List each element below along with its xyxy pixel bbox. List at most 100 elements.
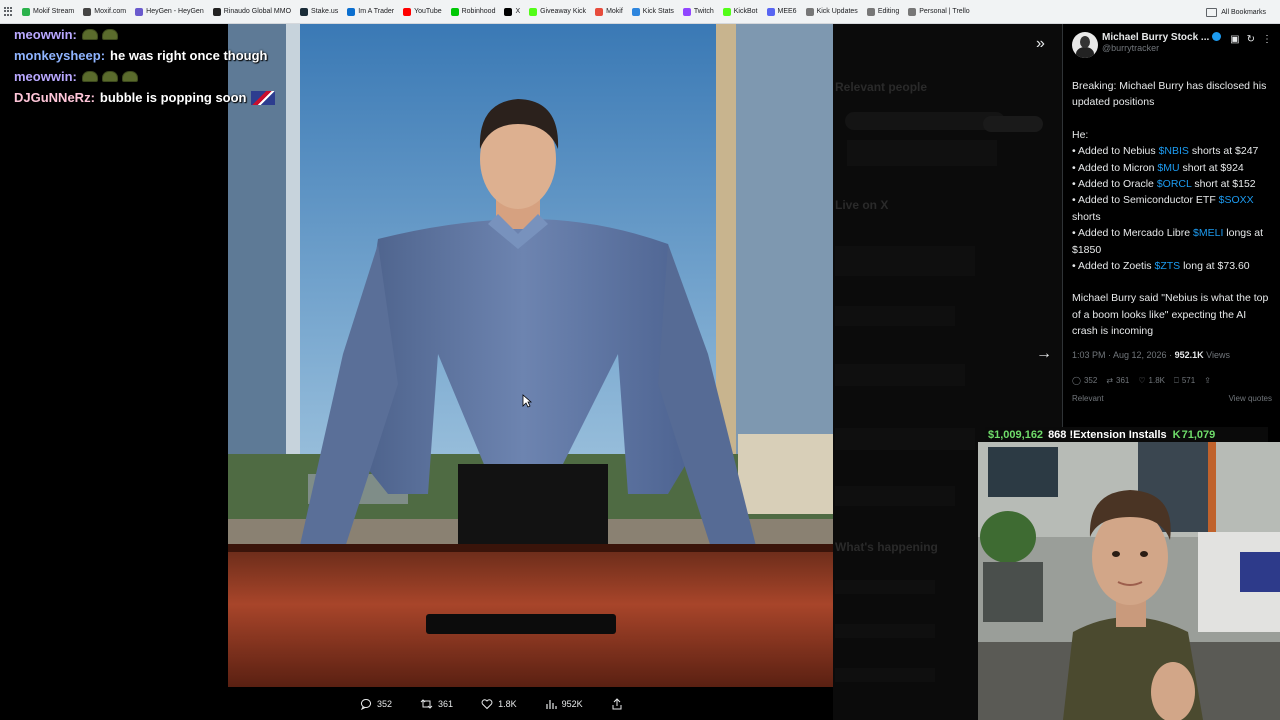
cashtag-link[interactable]: $ZTS <box>1154 260 1180 272</box>
position-item: • Added to Micron $MU short at $924 <box>1072 160 1272 176</box>
ghost-bio <box>847 140 997 166</box>
turtle-emote-icon <box>121 71 138 82</box>
reply-button[interactable]: 352 <box>360 698 392 710</box>
turtle-emote-icon <box>81 29 98 40</box>
bookmark-kick-stats[interactable]: Kick Stats <box>631 7 674 16</box>
chat-message: DJGuNNeRz: bubble is popping soon <box>14 87 344 108</box>
streamer-webcam <box>978 442 1280 720</box>
bookmark-favicon-icon <box>450 7 459 16</box>
bookmark-favicon-icon <box>22 7 30 16</box>
bookmark-label: HeyGen - HeyGen <box>146 8 204 15</box>
bookmark-kick-updates[interactable]: Kick Updates <box>805 7 858 16</box>
bookmark-favicon-icon <box>908 7 917 16</box>
tweet-he: He: <box>1072 128 1089 141</box>
turtle-emote-icon <box>101 71 118 82</box>
more-options-icon[interactable]: ⋮ <box>1262 34 1272 45</box>
flag-emote-icon <box>250 90 275 105</box>
position-text: • Added to Micron <box>1072 161 1158 174</box>
bookmark-favicon-icon <box>504 7 513 16</box>
position-text: long at $73.60 <box>1180 260 1250 273</box>
bookmark-label: Giveaway Kick <box>540 8 587 15</box>
bookmark-label: Kick Updates <box>816 8 858 15</box>
bookmark-moxif-com[interactable]: Moxif.com <box>83 7 126 16</box>
apps-grid-icon[interactable] <box>4 6 14 17</box>
like-button[interactable]: 1.8K <box>481 698 517 710</box>
bookmark-favicon-icon <box>631 7 640 16</box>
subscribe-icon[interactable]: ▣ <box>1230 34 1239 45</box>
share-button[interactable] <box>611 698 628 710</box>
bookmark-mokif-stream[interactable]: Mokif Stream <box>22 7 75 16</box>
bookmark-x[interactable]: X <box>504 7 520 16</box>
bookmark-stake-us[interactable]: Stake.us <box>300 7 338 16</box>
author-name[interactable]: Michael Burry Stock ... <box>1102 32 1209 43</box>
tweet-share-button[interactable]: ⇪ <box>1204 376 1211 385</box>
tweet-time[interactable]: 1:03 PM · Aug 12, 2026 · <box>1072 350 1175 360</box>
cashtag-link[interactable]: $NBIS <box>1159 145 1189 157</box>
heart-icon <box>481 699 493 710</box>
chat-text: bubble is popping soon <box>99 90 247 105</box>
bookmark-favicon-icon <box>805 7 814 16</box>
bookmark-label: Im A Trader <box>358 8 395 15</box>
repost-button[interactable]: 361 <box>420 698 453 710</box>
turtle-emote-icon <box>101 29 118 40</box>
bookmark-personal-trello[interactable]: Personal | Trello <box>908 7 970 16</box>
tweet-views-label: Views <box>1203 349 1230 360</box>
bookmark-mokif[interactable]: Mokif <box>595 7 623 16</box>
bookmark-editing[interactable]: Editing <box>866 7 899 16</box>
bookmark-heygen-heygen[interactable]: HeyGen - HeyGen <box>135 7 204 16</box>
tweet-bookmark-button[interactable]: ⎕ 571 <box>1174 376 1195 386</box>
bookmark-label: Mokif Stream <box>33 8 75 15</box>
bookmark-label: MEE6 <box>777 8 797 15</box>
next-media-arrow-icon[interactable]: → <box>1036 346 1052 362</box>
tweet-intro: Breaking: Michael Burry has disclosed hi… <box>1072 80 1267 109</box>
bookmark-favicon-icon <box>135 7 144 16</box>
position-text: shorts <box>1072 210 1101 223</box>
avatar[interactable] <box>1072 32 1098 58</box>
ghost-live-3 <box>835 364 965 386</box>
bookmark-kickbot[interactable]: KickBot <box>722 7 758 16</box>
bookmark-icon: ⎕ <box>1174 375 1179 385</box>
tweet-text: Breaking: Michael Burry has disclosed hi… <box>1072 78 1272 340</box>
bookmark-im-a-trader[interactable]: Im A Trader <box>347 7 395 16</box>
bookmark-rinaudo-global-mmo[interactable]: Rinaudo Global MMO <box>212 7 291 16</box>
bookmark-mee6[interactable]: MEE6 <box>766 7 797 16</box>
bookmark-favicon-icon <box>347 7 356 16</box>
cashtag-link[interactable]: $MELI <box>1193 227 1223 239</box>
chat-username: DJGuNNeRz: <box>14 90 95 105</box>
all-bookmarks-button[interactable]: All Bookmarks <box>1206 0 1266 24</box>
bookmark-twitch[interactable]: Twitch <box>682 7 714 16</box>
views-icon <box>545 700 557 709</box>
cashtag-link[interactable]: $ORCL <box>1157 178 1192 190</box>
kick-icon: K <box>1172 428 1181 441</box>
tweet-like-button[interactable]: ♡ 1.8K <box>1138 376 1165 385</box>
tweet-repost-button[interactable]: ⇄ 361 <box>1106 376 1129 385</box>
author-name-row[interactable]: Michael Burry Stock ... <box>1102 32 1222 43</box>
cashtag-link[interactable]: $MU <box>1157 162 1179 174</box>
bookmark-robinhood[interactable]: Robinhood <box>450 7 495 16</box>
tweet-meta: 1:03 PM · Aug 12, 2026 · 952.1K Views <box>1072 350 1272 360</box>
tweet-photo[interactable] <box>228 24 833 687</box>
tweet-reply-button[interactable]: ◯ 352 <box>1072 376 1097 385</box>
position-item: • Added to Oracle $ORCL short at $152 <box>1072 176 1272 192</box>
ticker-installs: 868 !Extension Installs <box>1048 428 1167 441</box>
chat-message: meowwin: <box>14 24 344 45</box>
chat-username: meowwin: <box>14 69 77 84</box>
bookmark-giveaway-kick[interactable]: Giveaway Kick <box>529 7 587 16</box>
cashtag-link[interactable]: $SOXX <box>1219 194 1254 206</box>
ticker-balance: $1,009,162 <box>988 428 1044 441</box>
grok-icon[interactable]: ↻ <box>1247 34 1255 45</box>
share-icon <box>612 698 622 710</box>
replies-sort-row: Relevant View quotes <box>1072 394 1272 403</box>
stream-chat: meowwin: monkeysheep: he was right once th… <box>14 24 344 108</box>
relevant-sort-dropdown[interactable]: Relevant <box>1072 394 1104 403</box>
expand-sidebar-icon[interactable]: » <box>1036 36 1045 52</box>
bookmark-youtube[interactable]: YouTube <box>403 7 442 16</box>
author-handle[interactable]: @burrytracker <box>1102 43 1221 53</box>
repost-icon <box>420 699 433 709</box>
view-quotes-link[interactable]: View quotes <box>1229 394 1272 403</box>
views-button[interactable]: 952K <box>545 698 583 710</box>
bookmark-label: KickBot <box>733 8 758 15</box>
chat-username: meowwin: <box>14 27 77 42</box>
ghost-whats-happening: What's happening <box>835 540 938 554</box>
tweet-actions: ◯ 352 ⇄ 361 ♡ 1.8K ⎕ 571 ⇪ <box>1072 376 1272 386</box>
